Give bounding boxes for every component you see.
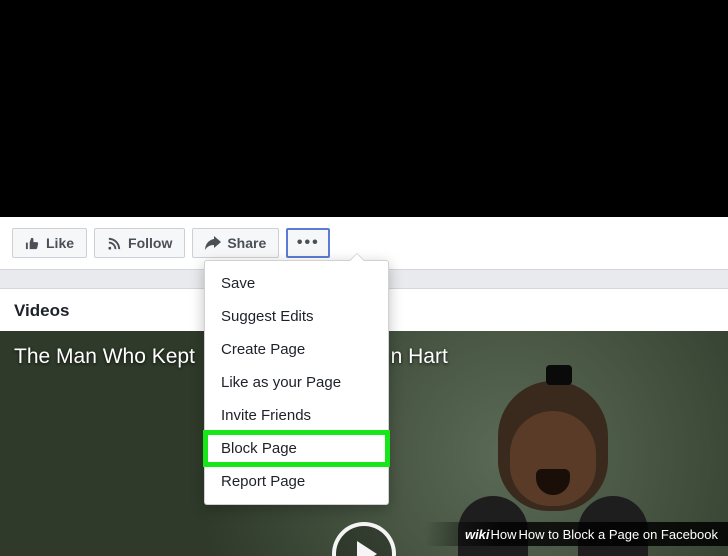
watermark-title: How to Block a Page on Facebook xyxy=(519,527,718,542)
watermark-brand-thin: How xyxy=(491,527,517,542)
more-options-menu: Save Suggest Edits Create Page Like as y… xyxy=(204,260,389,505)
follow-label: Follow xyxy=(128,235,172,251)
menu-item-invite-friends[interactable]: Invite Friends xyxy=(205,399,388,432)
video-title-right: n Hart xyxy=(391,345,448,368)
menu-item-report-page[interactable]: Report Page xyxy=(205,465,388,498)
menu-item-create-page[interactable]: Create Page xyxy=(205,333,388,366)
thumbs-up-icon xyxy=(25,236,40,251)
menu-item-save[interactable]: Save xyxy=(205,267,388,300)
share-arrow-icon xyxy=(205,236,221,250)
like-label: Like xyxy=(46,235,74,251)
watermark-brand-bold: wiki xyxy=(465,527,490,542)
share-button[interactable]: Share xyxy=(192,228,279,258)
cover-photo xyxy=(0,0,728,217)
videos-label: Videos xyxy=(14,301,69,320)
like-button[interactable]: Like xyxy=(12,228,87,258)
share-label: Share xyxy=(227,235,266,251)
menu-item-like-as-page[interactable]: Like as your Page xyxy=(205,366,388,399)
menu-item-suggest-edits[interactable]: Suggest Edits xyxy=(205,300,388,333)
wikihow-watermark: wikiHow How to Block a Page on Facebook xyxy=(425,522,728,546)
more-options-button[interactable]: ••• xyxy=(286,228,330,258)
video-title-left: The Man Who Kept xyxy=(14,345,195,368)
follow-button[interactable]: Follow xyxy=(94,228,185,258)
menu-item-block-page[interactable]: Block Page xyxy=(205,432,388,465)
rss-icon xyxy=(107,236,122,251)
